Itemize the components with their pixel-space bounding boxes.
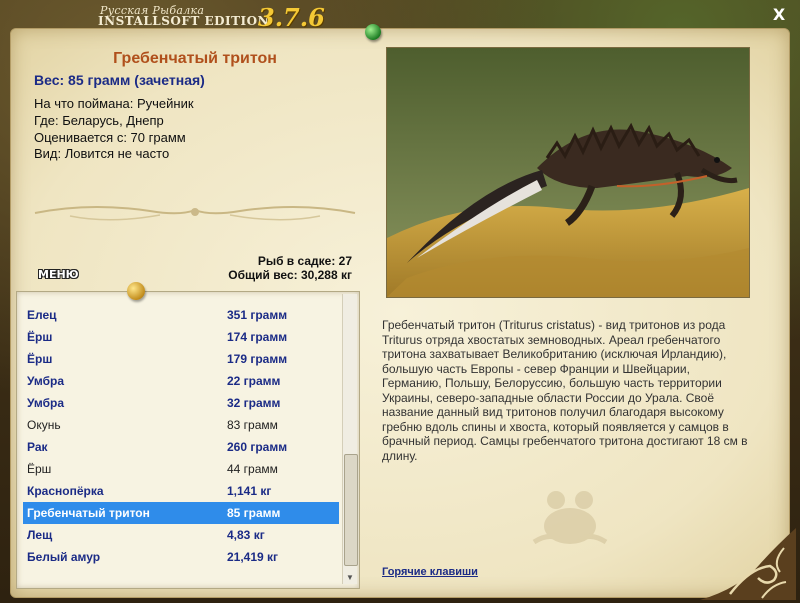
list-item-weight: 4,83 кг	[227, 528, 265, 542]
fish-location: Где: Беларусь, Днепр	[34, 113, 164, 128]
list-item[interactable]: Окунь 83 грамм	[23, 414, 339, 436]
list-item-name: Ёрш	[27, 330, 53, 344]
list-item-weight: 260 грамм	[227, 440, 288, 454]
fish-frequency: Вид: Ловится не часто	[34, 146, 170, 161]
list-item-name: Белый амур	[27, 550, 101, 564]
fish-rated: Оценивается с: 70 грамм	[34, 130, 186, 145]
list-item-name: Ёрш	[27, 352, 53, 366]
list-item-name: Умбра	[27, 396, 65, 410]
list-item-name: Рак	[27, 440, 48, 454]
gold-pin-icon	[127, 282, 145, 300]
list-item-weight: 1,141 кг	[227, 484, 272, 498]
fish-count: Рыб в садке: 27	[257, 254, 352, 268]
list-item[interactable]: Ёрш 44 грамм	[23, 458, 339, 480]
fish-photo	[386, 47, 750, 298]
green-pin-icon	[365, 24, 381, 40]
list-item-weight: 44 грамм	[227, 462, 278, 476]
title-bar: Русская Рыбалка INSTALLSOFT EDITION 3.7.…	[0, 0, 800, 32]
total-weight: Общий вес: 30,288 кг	[228, 268, 352, 282]
newt-image	[387, 48, 749, 297]
list-item-weight: 83 грамм	[227, 418, 278, 432]
list-item[interactable]: Гребенчатый тритон 85 грамм	[23, 502, 339, 524]
fish-bait: На что поймана: Ручейник	[34, 96, 194, 111]
list-item-name: Краснопёрка	[27, 484, 104, 498]
list-item-name: Лещ	[27, 528, 53, 542]
list-item[interactable]: Ёрш 179 грамм	[23, 348, 339, 370]
list-item-weight: 22 грамм	[227, 374, 281, 388]
list-item-weight: 21,419 кг	[227, 550, 279, 564]
list-item-weight: 179 грамм	[227, 352, 288, 366]
catch-list: Елец 351 грамм Ёрш 174 грамм Ёрш 179 грамм Умб…	[23, 304, 339, 568]
list-item[interactable]: Лещ 4,83 кг	[23, 524, 339, 546]
catch-list-panel: Елец 351 грамм Ёрш 174 грамм Ёрш 179 грамм Умб…	[16, 291, 360, 589]
fish-weight: Вес: 85 грамм (зачетная)	[34, 72, 205, 88]
corner-ornament	[700, 528, 796, 600]
list-item[interactable]: Ёрш 174 грамм	[23, 326, 339, 348]
list-item-name: Ёрш	[27, 462, 52, 476]
hotkeys-link[interactable]: Горячие клавиши	[382, 566, 478, 578]
ornament-divider	[34, 205, 356, 221]
list-item-weight: 85 грамм	[227, 506, 281, 520]
list-item-name: Гребенчатый тритон	[27, 506, 150, 520]
list-item-weight: 32 грамм	[227, 396, 281, 410]
list-item-weight: 351 грамм	[227, 308, 288, 322]
list-item[interactable]: Белый амур 21,419 кг	[23, 546, 339, 568]
close-icon: X	[772, 5, 786, 24]
scrollbar-thumb[interactable]	[344, 454, 358, 566]
menu-button[interactable]: МЕНЮ	[38, 268, 79, 281]
list-item-weight: 174 грамм	[227, 330, 288, 344]
list-item[interactable]: Елец 351 грамм	[23, 304, 339, 326]
scroll-down-icon[interactable]: ▼	[343, 572, 357, 584]
fish-description: Гребенчатый тритон (Triturus cristatus) …	[382, 318, 748, 463]
list-item-name: Окунь	[27, 418, 61, 432]
list-item[interactable]: Рак 260 грамм	[23, 436, 339, 458]
frog-watermark-icon	[532, 491, 608, 545]
list-item-name: Умбра	[27, 374, 65, 388]
list-item[interactable]: Умбра 22 грамм	[23, 370, 339, 392]
app-title-main: INSTALLSOFT EDITION	[98, 14, 270, 28]
fish-name: Гребенчатый тритон	[113, 50, 277, 67]
list-item[interactable]: Краснопёрка 1,141 кг	[23, 480, 339, 502]
list-item-name: Елец	[27, 308, 57, 322]
list-scrollbar[interactable]: ▼	[342, 294, 358, 584]
close-button[interactable]: X	[770, 6, 788, 24]
list-item[interactable]: Умбра 32 грамм	[23, 392, 339, 414]
